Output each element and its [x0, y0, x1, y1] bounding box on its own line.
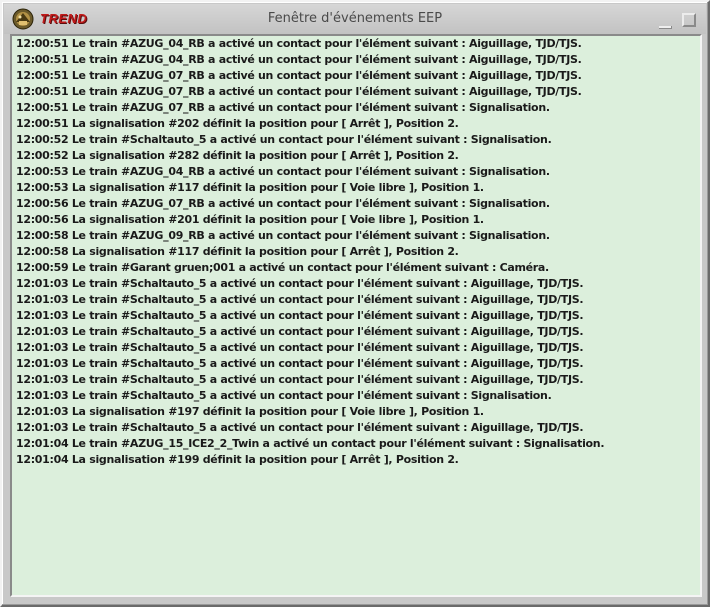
- event-window: TREND Fenêtre d'événements EEP 12:00:51 …: [0, 0, 710, 607]
- log-line: 12:00:51 Le train #AZUG_07_RB a activé u…: [16, 85, 582, 98]
- log-line: 12:00:52 La signalisation #282 définit l…: [16, 149, 459, 162]
- log-line: 12:01:03 Le train #Schaltauto_5 a activé…: [16, 293, 584, 306]
- event-log-panel[interactable]: 12:00:51 Le train #AZUG_04_RB a activé u…: [10, 34, 702, 597]
- log-line: 12:00:51 Le train #AZUG_07_RB a activé u…: [16, 69, 582, 82]
- log-line: 12:00:56 La signalisation #201 définit l…: [16, 213, 484, 226]
- log-line: 12:00:51 Le train #AZUG_04_RB a activé u…: [16, 53, 582, 66]
- log-line: 12:00:56 Le train #AZUG_07_RB a activé u…: [16, 197, 550, 210]
- log-line: 12:00:53 La signalisation #117 définit l…: [16, 181, 484, 194]
- maximize-icon[interactable]: [682, 13, 696, 27]
- title-bar[interactable]: TREND Fenêtre d'événements EEP: [4, 4, 706, 34]
- log-line: 12:00:59 Le train #Garant gruen;001 a ac…: [16, 261, 549, 274]
- log-line: 12:01:03 Le train #Schaltauto_5 a activé…: [16, 277, 584, 290]
- event-log-list: 12:00:51 Le train #AZUG_04_RB a activé u…: [16, 36, 698, 468]
- log-line: 12:00:51 Le train #AZUG_04_RB a activé u…: [16, 37, 582, 50]
- log-line: 12:01:03 Le train #Schaltauto_5 a activé…: [16, 325, 584, 338]
- log-line: 12:01:03 Le train #Schaltauto_5 a activé…: [16, 421, 584, 434]
- log-line: 12:01:03 Le train #Schaltauto_5 a activé…: [16, 309, 584, 322]
- log-line: 12:01:03 Le train #Schaltauto_5 a activé…: [16, 373, 584, 386]
- log-line: 12:00:51 La signalisation #202 définit l…: [16, 117, 459, 130]
- log-line: 12:00:58 Le train #AZUG_09_RB a activé u…: [16, 229, 550, 242]
- log-line: 12:00:58 La signalisation #117 définit l…: [16, 245, 459, 258]
- log-line: 12:01:03 Le train #Schaltauto_5 a activé…: [16, 389, 552, 402]
- log-line: 12:01:03 La signalisation #197 définit l…: [16, 405, 484, 418]
- log-line: 12:01:04 La signalisation #199 définit l…: [16, 453, 459, 466]
- minimize-icon[interactable]: [659, 16, 672, 29]
- log-line: 12:00:52 Le train #Schaltauto_5 a activé…: [16, 133, 552, 146]
- log-line: 12:01:03 Le train #Schaltauto_5 a activé…: [16, 341, 584, 354]
- window-title: Fenêtre d'événements EEP: [267, 11, 443, 26]
- log-line: 12:00:51 Le train #AZUG_07_RB a activé u…: [16, 101, 550, 114]
- log-line: 12:01:03 Le train #Schaltauto_5 a activé…: [16, 357, 584, 370]
- log-line: 12:00:53 Le train #AZUG_04_RB a activé u…: [16, 165, 550, 178]
- log-line: 12:01:04 Le train #AZUG_15_ICE2_2_Twin a…: [16, 437, 605, 450]
